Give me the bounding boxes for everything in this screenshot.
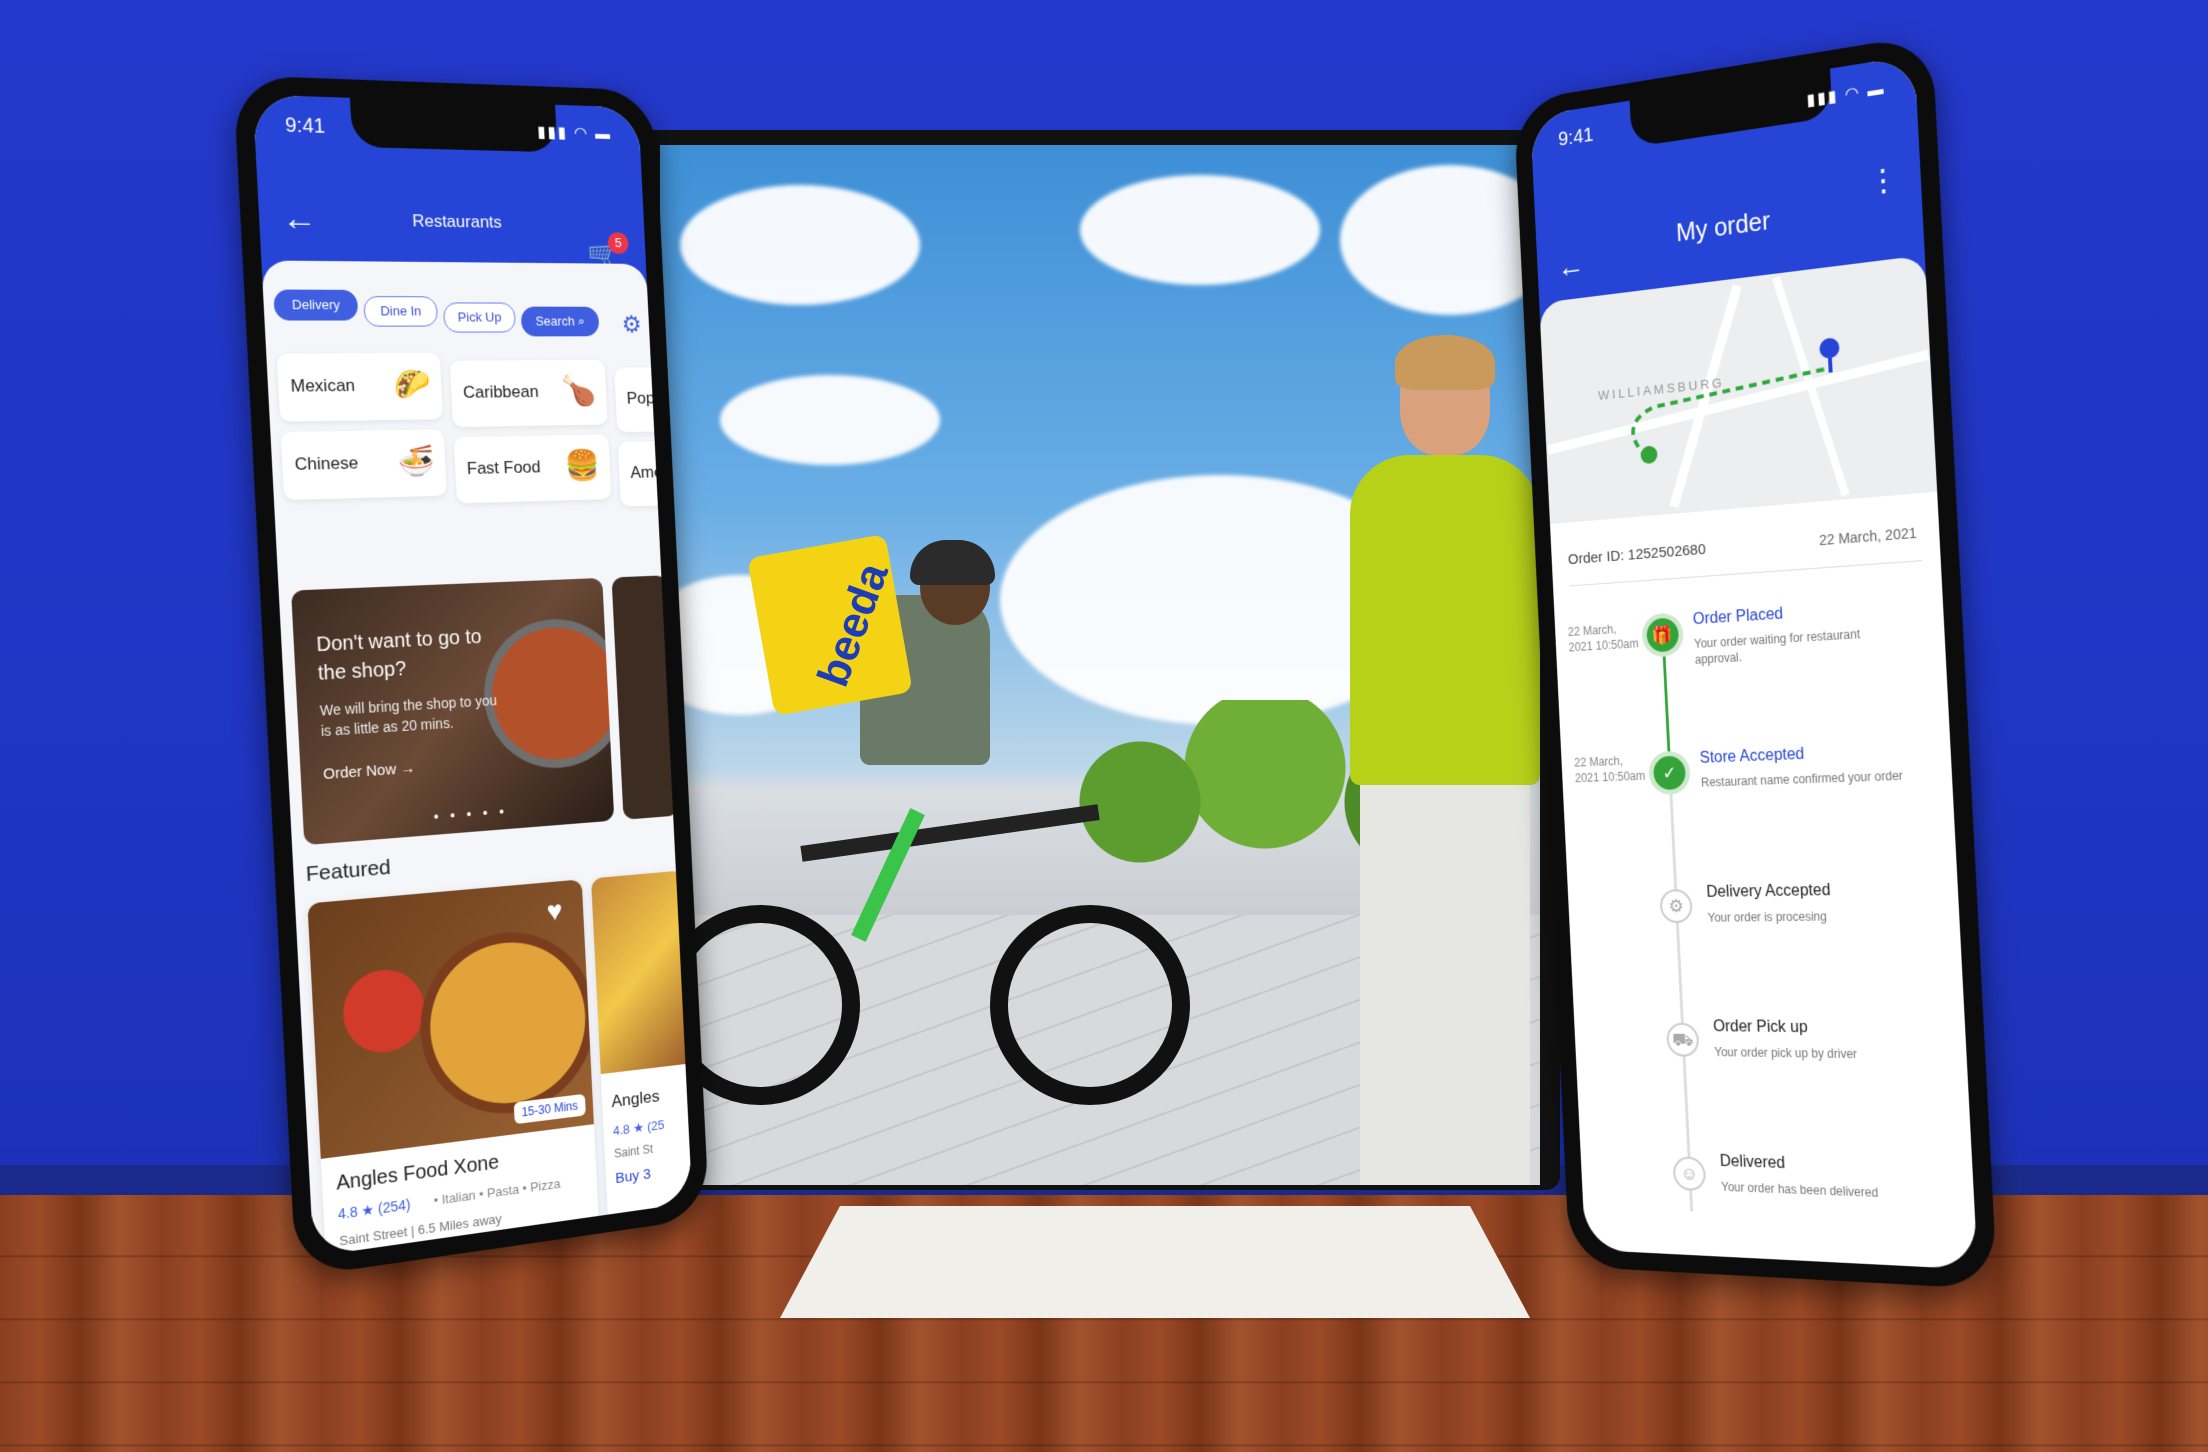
destination-pin-stem bbox=[1827, 356, 1833, 373]
step-desc: Restaurant name confirmed your order bbox=[1700, 768, 1904, 790]
content-sheet: Delivery Dine In Pick Up Search ⌕ ⚙ Mexi… bbox=[261, 260, 693, 1257]
burger-icon: 🍔 bbox=[564, 449, 602, 483]
restaurant-location: Saint St bbox=[613, 1141, 654, 1161]
man-hair bbox=[1395, 335, 1495, 390]
step-desc: Your order has been delivered bbox=[1720, 1179, 1879, 1200]
restaurant-photo bbox=[590, 870, 693, 1075]
taco-icon: 🌮 bbox=[393, 367, 433, 402]
search-button[interactable]: Search ⌕ bbox=[520, 306, 600, 337]
right-phone-screen: 9:41 ▮▮▮ ◠ ▬ ← My order ⋮ WILLIAMSBURG O… bbox=[1530, 55, 1978, 1270]
order-now-link[interactable]: Order Now → bbox=[323, 760, 416, 784]
destination-pin-icon bbox=[1819, 337, 1840, 360]
filter-icon[interactable]: ⚙ bbox=[621, 311, 642, 339]
step-title: Store Accepted bbox=[1699, 745, 1805, 767]
featured-heading: Featured bbox=[305, 855, 392, 887]
category-fast-food[interactable]: Fast Food 🍔 bbox=[453, 434, 612, 504]
category-label: Chinese bbox=[294, 453, 359, 475]
roast-chicken-icon: 🍗 bbox=[560, 374, 598, 408]
delivery-map[interactable]: WILLIAMSBURG bbox=[1539, 255, 1938, 525]
cloud bbox=[720, 375, 940, 465]
restaurant-card[interactable]: Angles 4.8 ★ (25 Saint St Buy 3 bbox=[590, 870, 693, 1257]
category-mexican[interactable]: Mexican 🌮 bbox=[276, 352, 443, 422]
notch bbox=[349, 97, 558, 153]
settings-icon: ⚙ bbox=[1659, 889, 1693, 924]
cloud bbox=[1080, 175, 1320, 285]
cloud bbox=[1340, 165, 1540, 315]
restaurant-rating: 4.8 ★ (25 bbox=[612, 1117, 665, 1139]
search-label: Search bbox=[535, 313, 575, 329]
step-desc: Your order waiting for restaurant approv… bbox=[1693, 626, 1861, 667]
search-icon: ⌕ bbox=[577, 313, 586, 329]
step-title: Order Placed bbox=[1692, 605, 1784, 629]
status-icons: ▮▮▮ ◠ ▬ bbox=[536, 124, 613, 144]
step-title: Delivery Accepted bbox=[1706, 881, 1831, 901]
category-caribbean[interactable]: Caribbean 🍗 bbox=[449, 359, 608, 428]
bike-front-wheel bbox=[990, 905, 1190, 1105]
delivery-scene-photo: beeda bbox=[660, 145, 1540, 1185]
cart-count-badge: 5 bbox=[607, 232, 629, 255]
category-pop[interactable]: Pop bbox=[614, 367, 673, 433]
left-phone: 9:41 ▮▮▮ ◠ ▬ ← Restaurants 🛒 5 Delivery … bbox=[232, 75, 710, 1278]
category-label: Mexican bbox=[290, 375, 356, 396]
progress-line-pending bbox=[1669, 785, 1694, 1212]
left-phone-screen: 9:41 ▮▮▮ ◠ ▬ ← Restaurants 🛒 5 Delivery … bbox=[252, 94, 693, 1257]
step-date: 22 March, 2021 10:50am bbox=[1573, 754, 1646, 786]
gift-icon: 🎁 bbox=[1646, 617, 1680, 653]
promo-banner[interactable]: Don't want to go to the shop? We will br… bbox=[291, 577, 615, 846]
banner-title: Don't want to go to the shop? bbox=[315, 625, 483, 685]
cloud bbox=[680, 185, 920, 305]
pickup-pin-icon bbox=[1640, 445, 1658, 465]
restaurant-promo: Buy 3 bbox=[614, 1165, 652, 1188]
step-date: 22 March, 2021 10:50am bbox=[1567, 622, 1639, 655]
order-id: Order ID: 1252502680 bbox=[1567, 540, 1707, 569]
restaurant-rating: 4.8 ★ (254) bbox=[337, 1196, 411, 1223]
truck-icon: ⛟ bbox=[1665, 1022, 1700, 1057]
category-american[interactable]: Ame bbox=[617, 440, 677, 507]
delivered-icon: ☺ bbox=[1672, 1156, 1707, 1192]
right-phone: 9:41 ▮▮▮ ◠ ▬ ← My order ⋮ WILLIAMSBURG O… bbox=[1513, 33, 1998, 1290]
category-label: Ame bbox=[629, 462, 664, 482]
white-rug bbox=[780, 1206, 1530, 1318]
tab-dine-in[interactable]: Dine In bbox=[363, 296, 439, 327]
category-label: Pop bbox=[626, 388, 656, 408]
tab-delivery[interactable]: Delivery bbox=[273, 289, 359, 321]
step-desc: Your order is procesing bbox=[1707, 909, 1828, 925]
restaurant-tags: • Italian • Pasta • Pizza bbox=[433, 1175, 561, 1209]
check-icon: ✓ bbox=[1652, 755, 1687, 791]
status-time: 9:41 bbox=[284, 114, 326, 138]
rider-helmet bbox=[910, 540, 995, 585]
more-menu-icon[interactable]: ⋮ bbox=[1867, 161, 1899, 201]
tab-pick-up[interactable]: Pick Up bbox=[442, 302, 517, 333]
promo-banner-next[interactable] bbox=[611, 575, 679, 820]
step-title: Order Pick up bbox=[1712, 1018, 1809, 1037]
restaurant-name: Angles bbox=[611, 1086, 660, 1112]
banner-body: We will bring the shop to you is as litt… bbox=[319, 692, 498, 740]
man-shirt bbox=[1350, 455, 1540, 785]
restaurant-card[interactable]: ♥ 15-30 Mins Angles Food Xone 4.8 ★ (254… bbox=[307, 879, 601, 1257]
step-desc: Your order pick up by driver bbox=[1714, 1045, 1858, 1062]
category-label: Fast Food bbox=[466, 457, 542, 479]
route-path bbox=[1631, 369, 1829, 458]
step-title: Delivered bbox=[1719, 1152, 1786, 1173]
man-pants bbox=[1360, 775, 1530, 1185]
carousel-dots[interactable]: • • • • • bbox=[433, 803, 508, 825]
category-label: Caribbean bbox=[462, 382, 540, 402]
route-line bbox=[1539, 337, 1840, 524]
category-chinese[interactable]: Chinese 🍜 bbox=[280, 429, 447, 501]
heart-icon[interactable]: ♥ bbox=[546, 895, 563, 928]
noodle-bowl-icon: 🍜 bbox=[397, 444, 437, 479]
order-date: 22 March, 2021 bbox=[1818, 524, 1918, 549]
